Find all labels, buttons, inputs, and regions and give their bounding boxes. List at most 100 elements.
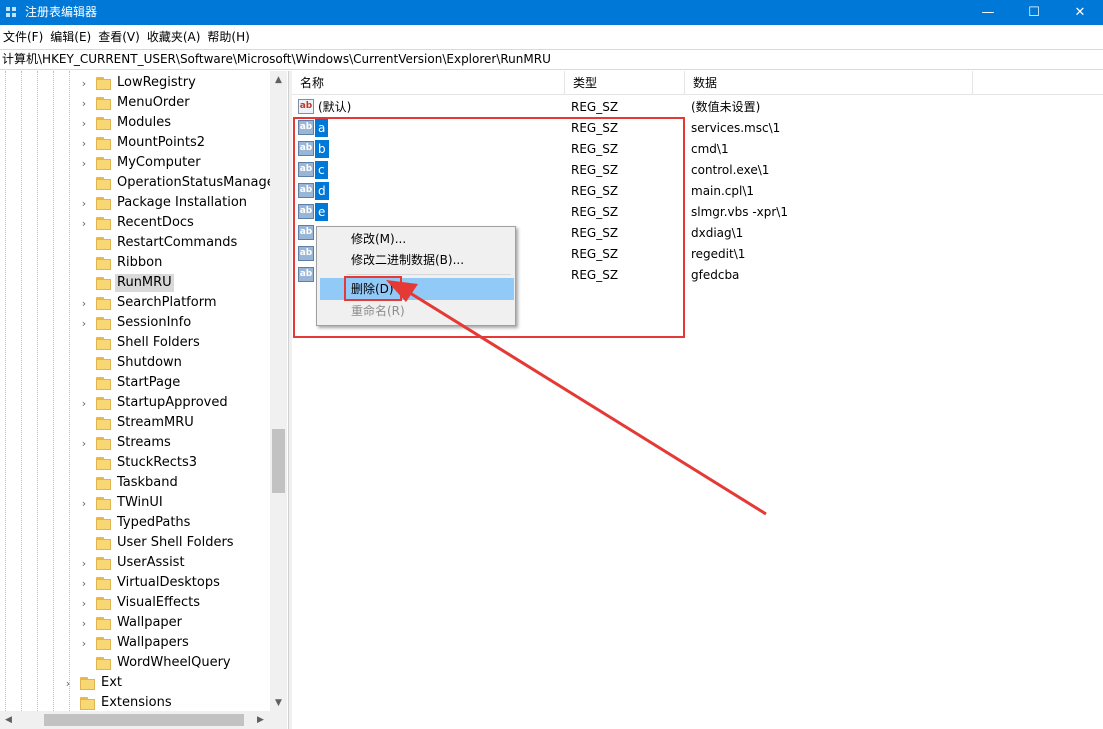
folder-icon [96, 136, 111, 150]
tree-item-userassist[interactable]: › UserAssist [78, 553, 187, 573]
folder-icon [96, 556, 111, 570]
scroll-right-icon[interactable]: ▶ [252, 711, 269, 729]
tree-item-twinui[interactable]: › TWinUI [78, 493, 165, 513]
tree-item-menuorder[interactable]: › MenuOrder [78, 93, 192, 113]
menu-separator [347, 274, 511, 275]
tree-item-wordwheelquery[interactable]: WordWheelQuery [78, 653, 233, 673]
chevron-right-icon[interactable]: › [78, 437, 90, 450]
tree-item-virtualdesktops[interactable]: › VirtualDesktops [78, 573, 222, 593]
menu-edit[interactable]: 编辑(E) [50, 26, 98, 48]
value-data: slmgr.vbs -xpr\1 [691, 205, 788, 219]
folder-icon [96, 456, 111, 470]
menu-help[interactable]: 帮助(H) [207, 26, 256, 48]
folder-icon [80, 696, 95, 710]
address-bar[interactable]: 计算机\HKEY_CURRENT_USER\Software\Microsoft… [0, 49, 1103, 70]
chevron-right-icon[interactable]: › [78, 397, 90, 410]
chevron-right-icon[interactable]: › [78, 557, 90, 570]
tree-item-streammru[interactable]: StreamMRU [78, 413, 196, 433]
tree-scroll-thumb[interactable] [272, 429, 285, 493]
menu-favorites[interactable]: 收藏夹(A) [147, 26, 208, 48]
tree-item-mountpoints2[interactable]: › MountPoints2 [78, 133, 207, 153]
menu-item-modify[interactable]: 修改(M)... [320, 228, 514, 250]
close-button[interactable]: ✕ [1057, 0, 1103, 25]
string-value-icon: ab [298, 99, 314, 114]
tree-item-searchplatform[interactable]: › SearchPlatform [78, 293, 219, 313]
tree-item-wallpaper[interactable]: › Wallpaper [78, 613, 184, 633]
tree-item-restartcommands[interactable]: RestartCommands [78, 233, 239, 253]
title-bar: 注册表编辑器 — ☐ ✕ [0, 0, 1103, 25]
chevron-right-icon[interactable]: › [78, 117, 90, 130]
tree-item-package-installation[interactable]: › Package Installation [78, 193, 249, 213]
value-data: main.cpl\1 [691, 184, 755, 198]
column-data[interactable]: 数据 [685, 71, 973, 95]
value-data: control.exe\1 [691, 163, 770, 177]
chevron-right-icon[interactable]: › [78, 157, 90, 170]
scroll-left-icon[interactable]: ◀ [0, 711, 17, 729]
chevron-right-icon[interactable]: › [62, 677, 74, 690]
tree-item-ext[interactable]: › Ext [62, 673, 124, 693]
value-data: regedit\1 [691, 247, 746, 261]
chevron-right-icon[interactable]: › [78, 317, 90, 330]
folder-icon [96, 336, 111, 350]
chevron-right-icon[interactable]: › [78, 137, 90, 150]
list-row[interactable]: ab (默认) REG_SZ (数值未设置) [292, 96, 1103, 117]
menu-file[interactable]: 文件(F) [3, 26, 50, 48]
chevron-right-icon[interactable]: › [78, 297, 90, 310]
chevron-right-icon[interactable]: › [78, 77, 90, 90]
chevron-right-icon[interactable]: › [78, 197, 90, 210]
tree-item-label: StartupApproved [117, 395, 228, 410]
menu-item-rename: 重命名(R) [351, 304, 405, 318]
menu-view[interactable]: 查看(V) [98, 26, 147, 48]
value-data: services.msc\1 [691, 121, 781, 135]
tree-item-user-shell-folders[interactable]: User Shell Folders [78, 533, 236, 553]
folder-icon [96, 156, 111, 170]
tree-item-runmru[interactable]: RunMRU [78, 273, 174, 293]
tree-item-startupapproved[interactable]: › StartupApproved [78, 393, 230, 413]
chevron-right-icon[interactable]: › [78, 97, 90, 110]
tree-item-shutdown[interactable]: Shutdown [78, 353, 184, 373]
chevron-right-icon[interactable]: › [78, 497, 90, 510]
tree-item-streams[interactable]: › Streams [78, 433, 173, 453]
tree-item-label: UserAssist [117, 555, 185, 570]
tree-item-typedpaths[interactable]: TypedPaths [78, 513, 192, 533]
scroll-down-icon[interactable]: ▼ [270, 694, 287, 711]
tree-item-label: RestartCommands [117, 235, 238, 250]
tree-item-label: Shell Folders [117, 335, 200, 350]
maximize-button[interactable]: ☐ [1011, 0, 1057, 25]
tree-vertical-scrollbar[interactable]: ▲ ▼ [270, 71, 287, 711]
tree-item-extensions[interactable]: Extensions [62, 693, 174, 713]
tree-item-visualeffects[interactable]: › VisualEffects [78, 593, 202, 613]
tree-item-shell-folders[interactable]: Shell Folders [78, 333, 202, 353]
chevron-right-icon[interactable]: › [78, 217, 90, 230]
tree-item-stuckrects3[interactable]: StuckRects3 [78, 453, 199, 473]
folder-icon [96, 196, 111, 210]
tree-item-wallpapers[interactable]: › Wallpapers [78, 633, 191, 653]
minimize-button[interactable]: — [965, 0, 1011, 25]
chevron-right-icon[interactable]: › [78, 637, 90, 650]
tree-item-recentdocs[interactable]: › RecentDocs [78, 213, 196, 233]
tree-item-operationstatusmanager[interactable]: OperationStatusManager [78, 173, 282, 193]
tree-item-label: Shutdown [117, 355, 182, 370]
tree-item-taskband[interactable]: Taskband [78, 473, 180, 493]
tree-item-label: MenuOrder [117, 95, 190, 110]
tree-item-lowregistry[interactable]: › LowRegistry [78, 73, 198, 93]
chevron-right-icon[interactable]: › [78, 617, 90, 630]
value-data: gfedcba [691, 268, 740, 282]
tree-horizontal-scrollbar[interactable]: ◀ ▶ [0, 711, 287, 729]
tree-item-ribbon[interactable]: Ribbon [78, 253, 164, 273]
window-title: 注册表编辑器 [25, 5, 98, 19]
column-type[interactable]: 类型 [565, 71, 685, 95]
folder-icon [96, 516, 111, 530]
tree-item-sessioninfo[interactable]: › SessionInfo [78, 313, 193, 333]
scroll-up-icon[interactable]: ▲ [270, 71, 287, 88]
tree-item-modules[interactable]: › Modules [78, 113, 173, 133]
chevron-right-icon[interactable]: › [78, 577, 90, 590]
tree-item-startpage[interactable]: StartPage [78, 373, 182, 393]
tree-hscroll-thumb[interactable] [44, 714, 244, 726]
chevron-right-icon[interactable]: › [78, 597, 90, 610]
tree-item-label: TypedPaths [117, 515, 191, 530]
folder-icon [96, 356, 111, 370]
menu-item-modify-binary[interactable]: 修改二进制数据(B)... [320, 249, 514, 271]
tree-item-mycomputer[interactable]: › MyComputer [78, 153, 203, 173]
column-name[interactable]: 名称 [292, 71, 565, 95]
